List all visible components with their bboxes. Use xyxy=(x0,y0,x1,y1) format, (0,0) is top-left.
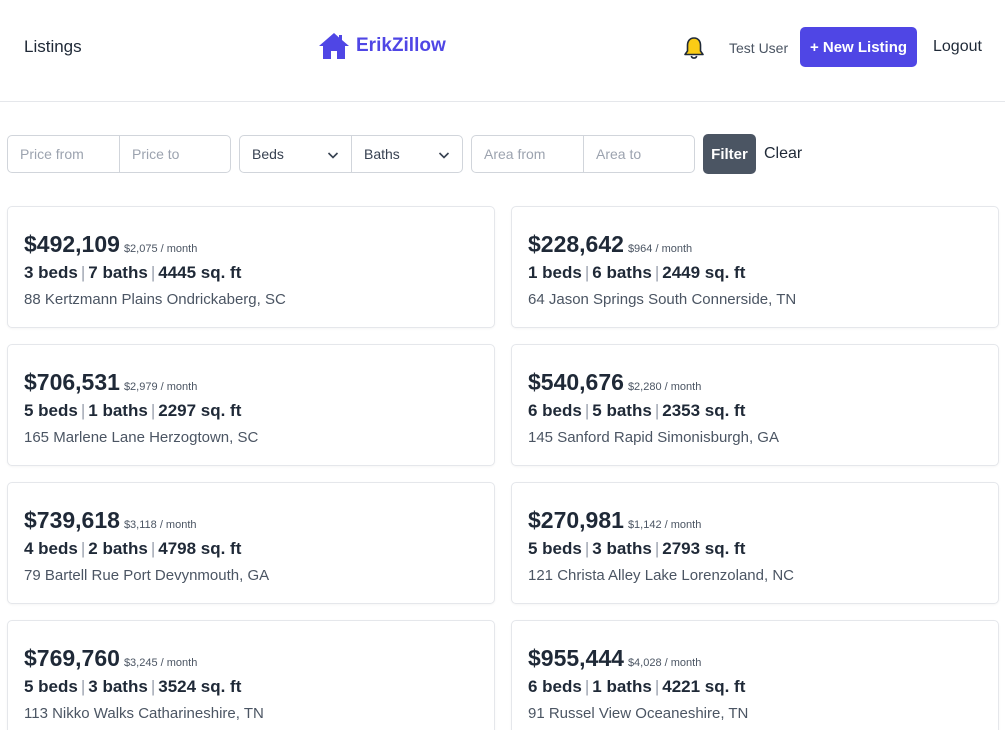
listing-price: $492,109 xyxy=(24,231,120,257)
listing-price: $769,760 xyxy=(24,645,120,671)
price-filter-group: Price from Price to xyxy=(7,135,231,173)
user-name: Test User xyxy=(729,40,789,56)
listing-address: 113 Nikko Walks Catharineshire, TN xyxy=(24,705,264,722)
listing-address: 145 Sanford Rapid Simonisburgh, GA xyxy=(528,429,779,446)
listing-card[interactable]: $769,760 $3,245 / month 5 beds | 3 baths | 3… xyxy=(7,620,495,730)
listing-card[interactable]: $492,109 $2,075 / month 3 beds | 7 baths | 4… xyxy=(7,206,495,328)
listing-area: 2297 sq. ft xyxy=(158,401,242,420)
listing-price: $228,642 xyxy=(528,231,624,257)
listing-beds: 5 beds xyxy=(24,677,78,696)
listing-beds: 1 beds xyxy=(528,263,582,282)
listing-area: 4445 sq. ft xyxy=(158,263,242,282)
nav-listings-link[interactable]: Listings xyxy=(24,37,82,57)
chevron-down-icon xyxy=(438,152,450,159)
price-to-input[interactable]: Price to xyxy=(119,136,230,172)
listing-monthly: $2,280 / month xyxy=(627,381,702,393)
listing-area: 4221 sq. ft xyxy=(662,677,746,696)
brand-logo[interactable]: ErikZillow xyxy=(318,32,446,60)
listing-baths: 1 baths xyxy=(592,677,652,696)
area-from-input[interactable]: Area from xyxy=(472,136,583,172)
listing-price: $739,618 xyxy=(24,507,120,533)
listing-price: $540,676 xyxy=(528,369,624,395)
listing-monthly: $1,142 / month xyxy=(627,519,702,531)
listing-card[interactable]: $228,642 $964 / month 1 beds | 6 baths | 244… xyxy=(511,206,999,328)
listing-address: 79 Bartell Rue Port Devynmouth, GA xyxy=(24,567,270,584)
area-filter-group: Area from Area to xyxy=(471,135,695,173)
listing-address: 64 Jason Springs South Connerside, TN xyxy=(528,291,797,308)
listing-specs: 5 beds | 3 baths | 3524 sq. ft xyxy=(24,677,242,696)
listing-area: 2353 sq. ft xyxy=(662,401,746,420)
listing-specs: 3 beds | 7 baths | 4445 sq. ft xyxy=(24,263,242,282)
listing-price: $955,444 xyxy=(528,645,624,671)
clear-button[interactable]: Clear xyxy=(764,145,802,163)
listing-beds: 3 beds xyxy=(24,263,78,282)
listing-baths: 1 baths xyxy=(88,401,148,420)
price-from-input[interactable]: Price from xyxy=(8,136,119,172)
listing-card[interactable]: $270,981 $1,142 / month 5 beds | 3 baths | 2… xyxy=(511,482,999,604)
bell-icon[interactable] xyxy=(683,36,705,60)
listing-baths: 7 baths xyxy=(88,263,148,282)
brand-name: ErikZillow xyxy=(356,35,446,56)
listing-baths: 3 baths xyxy=(88,677,148,696)
beds-select[interactable]: Beds xyxy=(240,136,351,172)
listing-address: 88 Kertzmann Plains Ondrickaberg, SC xyxy=(24,291,286,308)
listing-monthly: $4,028 / month xyxy=(627,657,702,669)
listing-specs: 6 beds | 1 baths | 4221 sq. ft xyxy=(528,677,746,696)
rooms-filter-group: Beds Baths xyxy=(239,135,463,173)
listing-beds: 4 beds xyxy=(24,539,78,558)
listing-address: 165 Marlene Lane Herzogtown, SC xyxy=(24,429,259,446)
listing-specs: 4 beds | 2 baths | 4798 sq. ft xyxy=(24,539,242,558)
listing-beds: 5 beds xyxy=(528,539,582,558)
baths-select[interactable]: Baths xyxy=(351,136,462,172)
listing-area: 2449 sq. ft xyxy=(662,263,746,282)
listing-monthly: $2,979 / month xyxy=(123,381,198,393)
listing-baths: 2 baths xyxy=(88,539,148,558)
listing-baths: 3 baths xyxy=(592,539,652,558)
listing-monthly: $2,075 / month xyxy=(123,243,198,255)
listing-beds: 6 beds xyxy=(528,677,582,696)
listing-baths: 5 baths xyxy=(592,401,652,420)
listing-specs: 1 beds | 6 baths | 2449 sq. ft xyxy=(528,263,746,282)
listing-area: 2793 sq. ft xyxy=(662,539,746,558)
listing-monthly: $3,245 / month xyxy=(123,657,198,669)
listing-monthly: $3,118 / month xyxy=(123,519,197,531)
chevron-down-icon xyxy=(327,152,339,159)
logout-button[interactable]: Logout xyxy=(933,38,982,56)
listing-card[interactable]: $540,676 $2,280 / month 6 beds | 5 baths | 2… xyxy=(511,344,999,466)
listing-baths: 6 baths xyxy=(592,263,652,282)
listing-address: 121 Christa Alley Lake Lorenzoland, NC xyxy=(528,567,794,584)
listing-card[interactable]: $955,444 $4,028 / month 6 beds | 1 baths | 4… xyxy=(511,620,999,730)
listing-address: 91 Russel View Oceaneshire, TN xyxy=(528,705,749,722)
listing-area: 3524 sq. ft xyxy=(158,677,242,696)
listing-monthly: $964 / month xyxy=(627,243,693,255)
new-listing-button[interactable]: + New Listing xyxy=(800,27,917,67)
listing-specs: 5 beds | 3 baths | 2793 sq. ft xyxy=(528,539,746,558)
listing-area: 4798 sq. ft xyxy=(158,539,242,558)
listing-price: $706,531 xyxy=(24,369,120,395)
listing-beds: 5 beds xyxy=(24,401,78,420)
top-nav: Listings ErikZillow Test User + New List… xyxy=(0,0,1005,102)
area-to-input[interactable]: Area to xyxy=(583,136,694,172)
listing-card[interactable]: $706,531 $2,979 / month 5 beds | 1 baths | 2… xyxy=(7,344,495,466)
listing-price: $270,981 xyxy=(528,507,624,533)
listing-card[interactable]: $739,618 $3,118 / month 4 beds | 2 baths | 4… xyxy=(7,482,495,604)
listing-beds: 6 beds xyxy=(528,401,582,420)
listing-specs: 6 beds | 5 baths | 2353 sq. ft xyxy=(528,401,746,420)
house-icon xyxy=(319,33,349,59)
filter-button[interactable]: Filter xyxy=(703,134,756,174)
listing-specs: 5 beds | 1 baths | 2297 sq. ft xyxy=(24,401,242,420)
